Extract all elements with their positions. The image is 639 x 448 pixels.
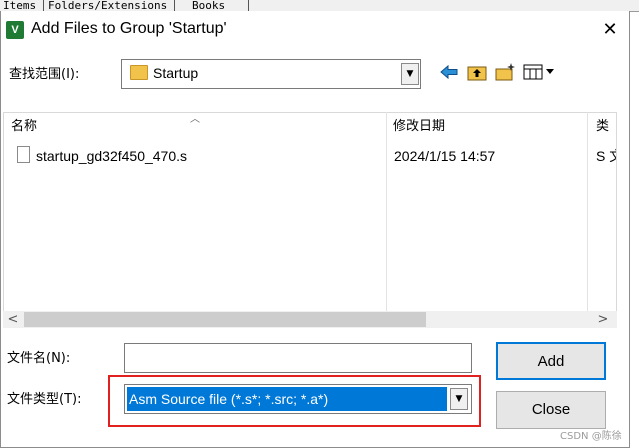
folder-icon [130,65,148,80]
column-divider[interactable] [386,112,387,312]
add-button[interactable]: Add [496,342,606,380]
look-in-label: 查找范围(I): [9,67,80,82]
close-icon[interactable]: ✕ [596,16,624,44]
look-in-dropdown-button[interactable]: ▼ [401,63,419,85]
watermark-text: CSDN @陈徐 [560,431,622,442]
column-header-type[interactable]: 类 [596,118,616,136]
look-in-value: Startup [153,65,199,81]
sort-ascending-icon: ︿ [190,114,200,125]
file-name-cell[interactable]: startup_gd32f450_470.s [36,147,187,165]
file-date-cell: 2024/1/15 14:57 [394,148,496,164]
keil-uvision-icon: V [6,21,24,39]
file-list-view[interactable] [3,112,617,328]
column-header-date[interactable]: 修改日期 [393,118,445,136]
file-type-label: 文件类型(T): [7,392,82,407]
back-arrow-icon[interactable] [438,61,460,83]
highlight-annotation-box [108,375,481,427]
column-header-name[interactable]: 名称 [11,118,37,136]
view-menu-icon[interactable] [522,61,558,83]
new-folder-icon[interactable] [494,61,516,83]
file-type-cell: S 文 [596,148,616,164]
up-folder-icon[interactable] [466,61,488,83]
file-name-input[interactable] [124,343,472,373]
scroll-left-icon[interactable]: < [4,311,22,328]
file-name-label: 文件名(N): [7,351,71,366]
close-button[interactable]: Close [496,391,606,429]
column-divider[interactable] [587,112,588,312]
file-icon [17,146,30,163]
dialog-title: Add Files to Group 'Startup' [31,20,227,37]
scrollbar-thumb[interactable] [24,312,426,327]
scroll-right-icon[interactable]: > [594,311,612,328]
